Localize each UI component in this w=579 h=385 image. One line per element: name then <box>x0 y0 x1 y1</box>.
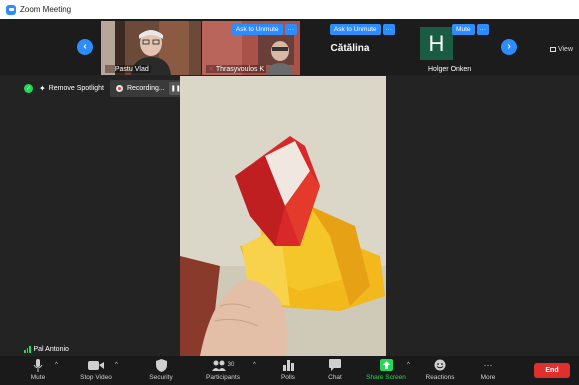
mute-button[interactable]: Mute <box>26 358 50 381</box>
participant-name-label: Holger Onken <box>428 66 472 73</box>
audio-options-caret-icon[interactable]: ^ <box>55 362 58 368</box>
participants-options-caret-icon[interactable]: ^ <box>253 362 256 368</box>
zoom-logo-icon <box>6 4 16 15</box>
share-screen-button[interactable]: Share Screen <box>364 358 408 381</box>
active-speaker-label: Pal Antonio <box>24 346 69 353</box>
share-screen-icon <box>379 358 393 372</box>
participant-tile-holger-onken[interactable]: H Mute ··· Holger Onken <box>400 21 492 75</box>
next-page-button[interactable]: › <box>501 39 517 55</box>
participant-tile-pastu-vlad[interactable]: ✕ Pastu Vlad <box>101 21 201 75</box>
participants-icon <box>211 360 226 371</box>
remove-spotlight-button[interactable]: ✦ Remove Spotlight <box>39 84 104 93</box>
security-shield-icon: ✓ <box>24 84 33 93</box>
more-options-button[interactable]: ··· <box>382 24 395 35</box>
chat-icon <box>329 358 341 372</box>
security-button[interactable]: Security <box>146 358 176 381</box>
video-camera-icon <box>88 358 104 372</box>
participant-tile-catalina[interactable]: Ask to Unmute ··· Cătălina <box>302 21 398 75</box>
participant-name-label: ✕ Pastu Vlad <box>105 65 151 73</box>
mute-participant-button[interactable]: Mute <box>452 24 475 35</box>
ellipsis-icon: ··· <box>483 360 493 370</box>
ask-to-unmute-button[interactable]: Ask to Unmute <box>231 24 283 35</box>
view-button[interactable]: View <box>549 46 573 53</box>
more-button[interactable]: ··· More <box>477 358 499 381</box>
pin-icon: ✦ <box>39 84 46 93</box>
more-options-button[interactable]: ··· <box>476 24 489 35</box>
avatar: H <box>420 27 453 60</box>
previous-page-button[interactable]: ‹ <box>77 39 93 55</box>
grid-icon <box>549 47 556 52</box>
emoji-icon <box>434 358 446 372</box>
participants-button[interactable]: 30 Participants <box>203 358 243 381</box>
participant-name-label: ✕ Thrasyvoulos K <box>206 65 267 73</box>
signal-strength-icon <box>24 346 31 353</box>
share-options-caret-icon[interactable]: ^ <box>407 362 410 368</box>
gallery-strip: ‹ ✕ Pastu Vlad Ask to Unmute ··· ✕ Thras… <box>0 19 579 75</box>
end-meeting-button[interactable]: End <box>534 363 570 378</box>
record-icon <box>115 85 123 92</box>
shared-video-feed <box>180 76 386 356</box>
meeting-toolbar: Mute ^ Stop Video ^ Security 30 Particip… <box>0 356 579 385</box>
polls-icon <box>282 358 294 372</box>
mic-muted-icon: ✕ <box>107 66 113 73</box>
participant-name-label: Cătălina <box>330 43 370 54</box>
stop-video-button[interactable]: Stop Video <box>76 358 116 381</box>
more-options-button[interactable]: ··· <box>284 24 297 35</box>
shield-icon <box>155 358 167 372</box>
main-video <box>180 76 386 356</box>
title-bar: Zoom Meeting <box>0 0 579 19</box>
mic-muted-icon: ✕ <box>208 66 214 73</box>
polls-button[interactable]: Polls <box>277 358 299 381</box>
participants-count: 30 <box>227 362 235 368</box>
video-options-caret-icon[interactable]: ^ <box>115 362 118 368</box>
ask-to-unmute-button[interactable]: Ask to Unmute <box>329 24 381 35</box>
reactions-button[interactable]: Reactions <box>422 358 458 381</box>
microphone-icon <box>33 358 43 372</box>
window-title: Zoom Meeting <box>20 5 72 14</box>
chat-button[interactable]: Chat <box>324 358 346 381</box>
participant-tile-thrasyvoulos[interactable]: Ask to Unmute ··· ✕ Thrasyvoulos K <box>202 21 300 75</box>
